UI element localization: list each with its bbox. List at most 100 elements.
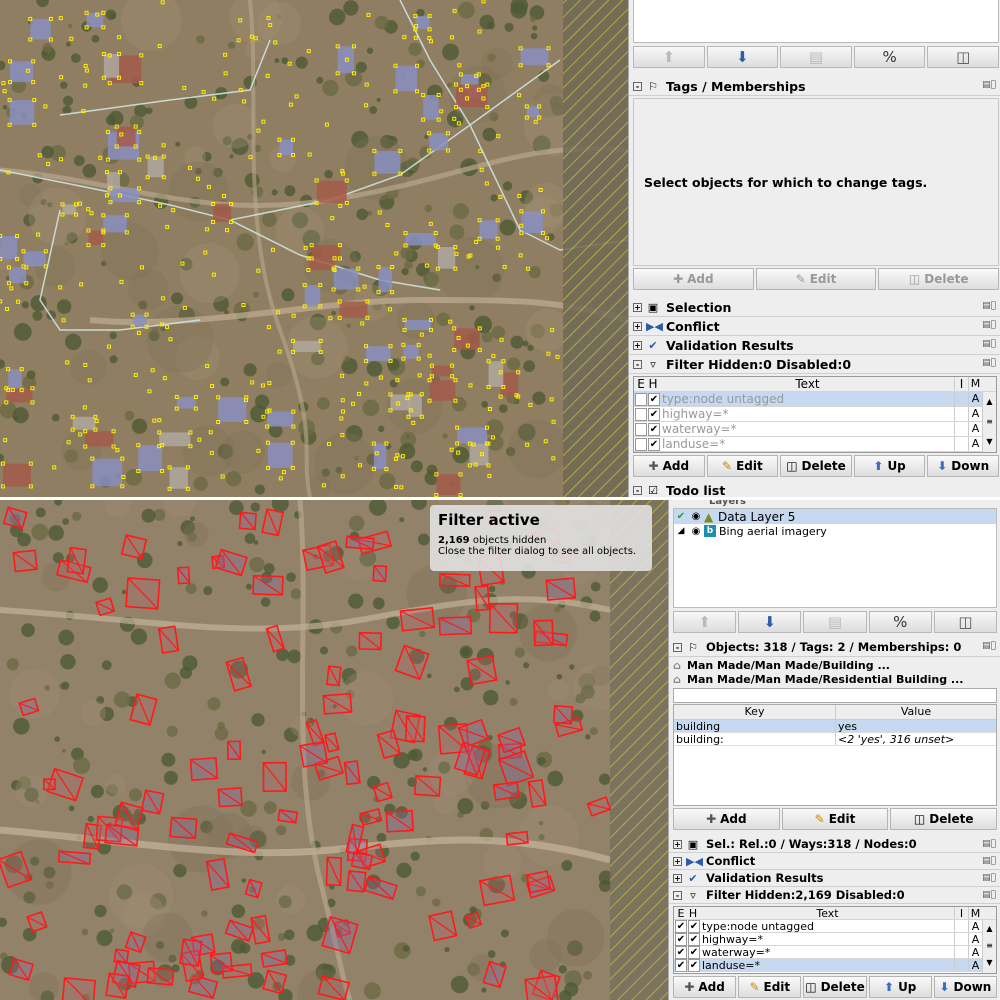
- hide-checkbox[interactable]: ✔: [688, 919, 700, 933]
- selection-header[interactable]: + ▣ Selection ▤⃞: [629, 298, 1000, 317]
- map-canvas-top[interactable]: [0, 0, 628, 497]
- filter-header[interactable]: - ▿ Filter Hidden:0 Disabled:0 ▤⃞: [629, 355, 1000, 374]
- delete-filter-button[interactable]: ◫ Delete: [780, 455, 852, 477]
- pin-close-icon[interactable]: ▤⃞: [982, 339, 996, 349]
- enable-checkbox[interactable]: ✔: [675, 945, 687, 959]
- filter-scrollbar[interactable]: ▲ ≡ ▼: [982, 392, 996, 452]
- filter-row[interactable]: ✔ ✔ waterway=* A: [674, 945, 982, 959]
- add-tag-button[interactable]: ✚ Add: [633, 268, 754, 290]
- pin-close-icon[interactable]: ▤⃞: [982, 856, 996, 866]
- pin-close-icon[interactable]: ▤⃞: [982, 641, 996, 651]
- filter-row[interactable]: ✔ type:node untagged A: [634, 392, 982, 407]
- filter-header[interactable]: - ▿ Filter Hidden:2,169 Disabled:0 ▤⃞: [669, 887, 1000, 904]
- edit-filter-button[interactable]: ✎ Edit: [738, 976, 802, 998]
- expand-icon[interactable]: +: [633, 302, 642, 312]
- pin-close-icon[interactable]: ▤⃞: [982, 358, 996, 368]
- visibility-eye-icon[interactable]: ◉: [688, 526, 704, 537]
- visibility-eye-icon[interactable]: ◉: [688, 511, 704, 522]
- conflict-header[interactable]: + ▶◀ Conflict ▤⃞: [669, 853, 1000, 870]
- tag-row[interactable]: building yes: [674, 720, 996, 733]
- expand-icon[interactable]: +: [633, 321, 642, 331]
- move-up-button[interactable]: ⬆: [633, 46, 705, 68]
- merge-button[interactable]: ▤: [780, 46, 852, 68]
- invert-checkbox[interactable]: [954, 946, 968, 958]
- map-view-bottom[interactable]: [0, 500, 668, 1000]
- preset-search-input[interactable]: [673, 688, 997, 703]
- conflict-header[interactable]: + ▶◀ Conflict ▤⃞: [629, 317, 1000, 336]
- collapse-icon[interactable]: -: [633, 359, 642, 369]
- invert-checkbox[interactable]: [954, 920, 968, 932]
- filter-row[interactable]: ✔ highway=* A: [634, 407, 982, 422]
- pin-close-icon[interactable]: ▤⃞: [982, 301, 996, 311]
- expand-icon[interactable]: +: [673, 856, 682, 866]
- delete-layer-button[interactable]: ◫: [933, 611, 998, 633]
- pin-close-icon[interactable]: ▤⃞: [982, 839, 996, 849]
- filter-row[interactable]: ✔ ✔ highway=* A: [674, 932, 982, 946]
- validation-header[interactable]: + ✔ Validation Results ▤⃞: [629, 336, 1000, 355]
- invert-checkbox[interactable]: [954, 392, 968, 406]
- hide-checkbox[interactable]: ✔: [648, 392, 660, 406]
- pin-close-icon[interactable]: ▤⃞: [982, 320, 996, 330]
- filter-scrollbar[interactable]: ▲ ≡ ▼: [982, 920, 996, 973]
- enable-checkbox[interactable]: ✔: [675, 958, 687, 972]
- move-down-button[interactable]: ⬇: [738, 611, 802, 633]
- pin-close-icon[interactable]: ▤⃞: [982, 890, 996, 900]
- expand-icon[interactable]: +: [673, 839, 682, 849]
- edit-tag-button[interactable]: ✎ Edit: [755, 268, 877, 290]
- validation-header[interactable]: + ✔ Validation Results ▤⃞: [669, 870, 1000, 887]
- expand-icon[interactable]: +: [673, 873, 682, 883]
- move-down-filter-button[interactable]: ⬇ Down: [927, 455, 999, 477]
- opacity-button[interactable]: %: [868, 611, 932, 633]
- hide-checkbox[interactable]: ✔: [648, 422, 660, 436]
- invert-checkbox[interactable]: [954, 407, 968, 421]
- pin-close-icon[interactable]: ▤⃞: [982, 873, 996, 883]
- delete-layer-button[interactable]: ◫: [927, 46, 999, 68]
- move-down-filter-button[interactable]: ⬇ Down: [933, 976, 998, 998]
- hide-checkbox[interactable]: ✔: [648, 407, 660, 421]
- map-view-top[interactable]: [0, 0, 628, 497]
- tags-memberships-header[interactable]: - ⚐ Tags / Memberships ▤⃞: [629, 77, 1000, 96]
- delete-tag-button[interactable]: ◫ Delete: [890, 808, 998, 830]
- enable-checkbox[interactable]: ✔: [675, 932, 687, 946]
- invert-checkbox[interactable]: [954, 959, 968, 971]
- filter-row[interactable]: ✔ ✔ type:node untagged A: [674, 919, 982, 933]
- hide-checkbox[interactable]: ✔: [688, 958, 700, 972]
- todo-header[interactable]: - ☑ Todo list: [629, 483, 1000, 497]
- pin-close-icon[interactable]: ▤⃞: [982, 80, 996, 90]
- hide-checkbox[interactable]: ✔: [688, 945, 700, 959]
- hide-checkbox[interactable]: ✔: [648, 437, 660, 451]
- filter-row[interactable]: ✔ ✔ landuse=* A: [674, 958, 982, 972]
- layer-row-data[interactable]: ✔ ◉ ▲ Data Layer 5: [674, 509, 996, 524]
- add-filter-button[interactable]: ✚ Add: [633, 455, 705, 477]
- move-up-filter-button[interactable]: ⬆ Up: [868, 976, 932, 998]
- invert-checkbox[interactable]: [954, 422, 968, 436]
- delete-tag-button[interactable]: ◫ Delete: [878, 268, 1000, 290]
- collapse-icon[interactable]: -: [673, 642, 682, 652]
- enable-checkbox[interactable]: ✔: [675, 919, 687, 933]
- layer-row-imagery[interactable]: ◢ ◉ b Bing aerial imagery: [674, 524, 996, 538]
- merge-button[interactable]: ▤: [803, 611, 867, 633]
- hide-checkbox[interactable]: ✔: [688, 932, 700, 946]
- tag-row[interactable]: building: <2 'yes', 316 unset>: [674, 733, 996, 746]
- preset-item[interactable]: ⌂ Man Made/Man Made/Building ...: [673, 658, 997, 672]
- move-down-button[interactable]: ⬇: [706, 46, 779, 68]
- collapse-icon[interactable]: -: [673, 890, 682, 900]
- collapse-icon[interactable]: -: [633, 486, 642, 495]
- enable-checkbox[interactable]: [635, 392, 647, 406]
- collapse-icon[interactable]: -: [633, 81, 642, 91]
- invert-checkbox[interactable]: [954, 437, 968, 451]
- objects-header[interactable]: - ⚐ Objects: 318 / Tags: 2 / Memberships…: [669, 638, 1000, 657]
- enable-checkbox[interactable]: [635, 407, 647, 421]
- selection-header[interactable]: + ▣ Sel.: Rel.:0 / Ways:318 / Nodes:0 ▤⃞: [669, 836, 1000, 853]
- add-filter-button[interactable]: ✚ Add: [673, 976, 737, 998]
- move-up-filter-button[interactable]: ⬆ Up: [853, 455, 926, 477]
- filter-row[interactable]: ✔ landuse=* A: [634, 437, 982, 452]
- preset-item[interactable]: ⌂ Man Made/Man Made/Residential Building …: [673, 672, 997, 686]
- invert-checkbox[interactable]: [954, 933, 968, 945]
- edit-filter-button[interactable]: ✎ Edit: [706, 455, 779, 477]
- filter-row[interactable]: ✔ waterway=* A: [634, 422, 982, 437]
- opacity-button[interactable]: %: [853, 46, 926, 68]
- delete-filter-button[interactable]: ◫ Delete: [803, 976, 867, 998]
- move-up-button[interactable]: ⬆: [673, 611, 737, 633]
- add-tag-button[interactable]: ✚ Add: [673, 808, 780, 830]
